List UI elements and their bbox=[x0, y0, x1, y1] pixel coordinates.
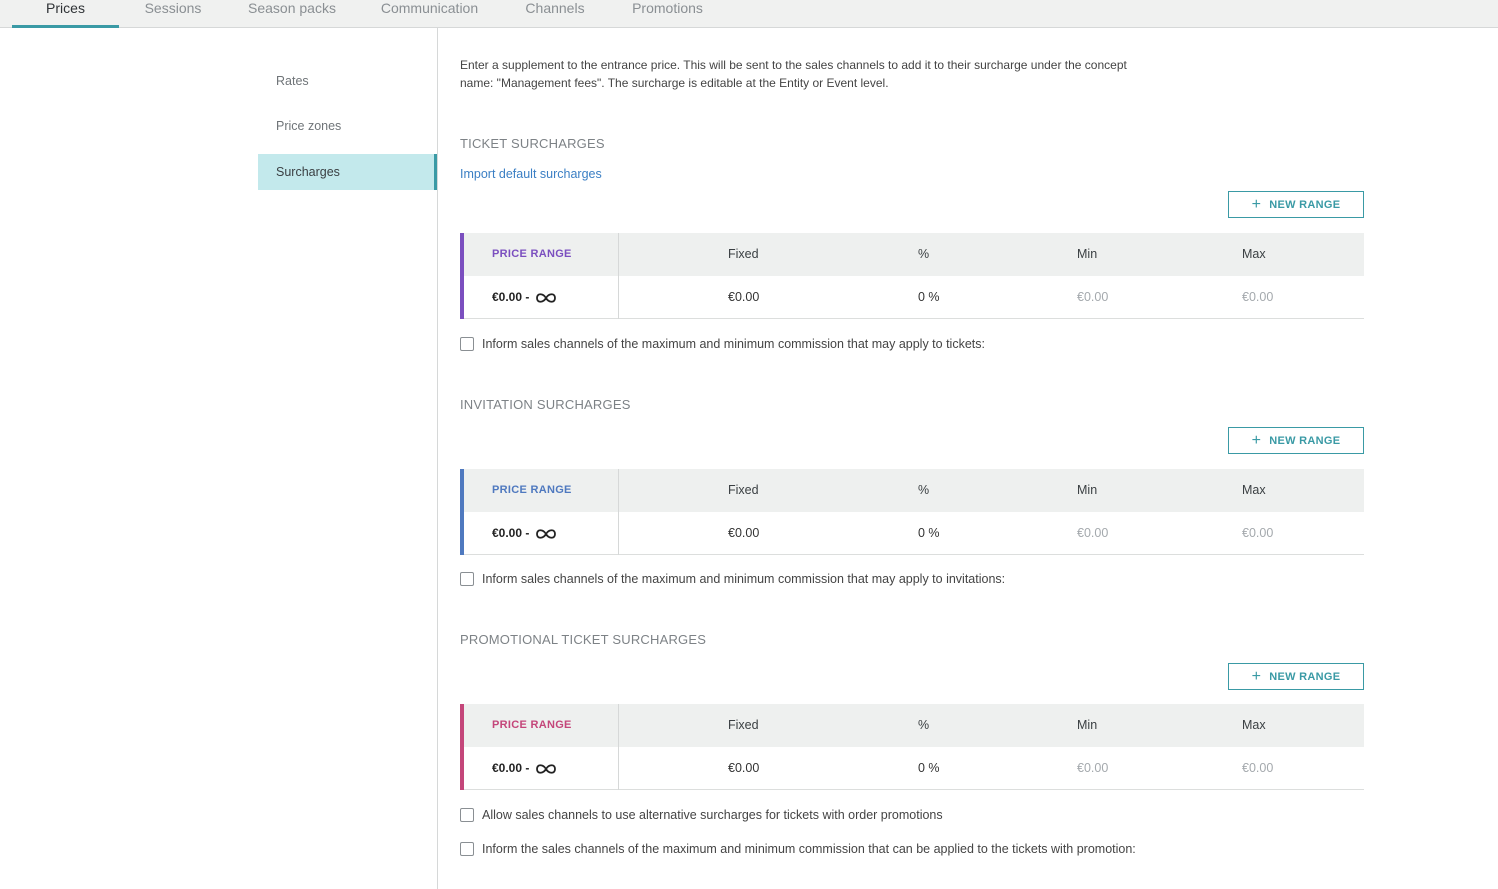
sidebar: Rates Price zones Surcharges bbox=[0, 28, 438, 889]
price-range-cell: €0.00 - bbox=[492, 512, 557, 555]
min-header: Min bbox=[1077, 483, 1098, 497]
new-range-label: NEW RANGE bbox=[1269, 670, 1341, 683]
fixed-cell[interactable]: €0.00 bbox=[728, 747, 759, 790]
price-range-cell: €0.00 - bbox=[492, 747, 557, 790]
plus-icon: + bbox=[1251, 667, 1262, 685]
price-range-value: €0.00 - bbox=[492, 526, 530, 540]
column-divider bbox=[618, 704, 619, 790]
sidebar-item-surcharges[interactable]: Surcharges bbox=[258, 154, 437, 190]
invitation-new-range-button[interactable]: + NEW RANGE bbox=[1228, 427, 1364, 454]
tab-label: Communication bbox=[380, 0, 479, 16]
column-divider bbox=[618, 233, 619, 319]
ticket-surcharges-title: TICKET SURCHARGES bbox=[460, 136, 605, 151]
tab-label: Sessions bbox=[144, 0, 202, 16]
accent-bar bbox=[460, 704, 464, 790]
percent-cell[interactable]: 0 % bbox=[918, 747, 940, 790]
table-header: PRICE RANGE Fixed % Min Max bbox=[460, 704, 1364, 747]
plus-icon: + bbox=[1251, 431, 1262, 449]
sidebar-item-label: Rates bbox=[276, 74, 309, 88]
sidebar-item-rates[interactable]: Rates bbox=[258, 63, 437, 99]
accent-bar bbox=[460, 233, 464, 319]
invitation-inform-checkbox[interactable]: Inform sales channels of the maximum and… bbox=[460, 571, 1005, 587]
ticket-new-range-button[interactable]: + NEW RANGE bbox=[1228, 191, 1364, 218]
max-cell[interactable]: €0.00 bbox=[1242, 512, 1273, 555]
ticket-inform-checkbox[interactable]: Inform sales channels of the maximum and… bbox=[460, 336, 985, 352]
checkbox-icon[interactable] bbox=[460, 808, 474, 822]
tab-channels[interactable]: Channels bbox=[515, 0, 595, 27]
ticket-surcharges-table: PRICE RANGE Fixed % Min Max €0.00 - €0.0… bbox=[460, 233, 1364, 319]
price-range-header: PRICE RANGE bbox=[492, 248, 572, 260]
column-divider bbox=[618, 469, 619, 555]
max-cell[interactable]: €0.00 bbox=[1242, 747, 1273, 790]
promotional-surcharges-table: PRICE RANGE Fixed % Min Max €0.00 - €0.0… bbox=[460, 704, 1364, 790]
infinity-icon bbox=[535, 529, 556, 539]
infinity-icon bbox=[535, 764, 556, 774]
promotional-alternative-checkbox[interactable]: Allow sales channels to use alternative … bbox=[460, 807, 943, 823]
checkbox-label: Inform the sales channels of the maximum… bbox=[482, 842, 1136, 856]
intro-description: Enter a supplement to the entrance price… bbox=[460, 58, 1127, 90]
percent-header: % bbox=[918, 718, 930, 732]
new-range-label: NEW RANGE bbox=[1269, 434, 1341, 447]
tab-label: Season packs bbox=[248, 0, 336, 16]
price-range-header: PRICE RANGE bbox=[492, 719, 572, 731]
price-range-header: PRICE RANGE bbox=[492, 484, 572, 496]
checkbox-label: Inform sales channels of the maximum and… bbox=[482, 572, 1006, 586]
table-row[interactable]: €0.00 - €0.00 0 % €0.00 €0.00 bbox=[460, 747, 1364, 790]
checkbox-label: Inform sales channels of the maximum and… bbox=[482, 337, 985, 351]
fixed-header: Fixed bbox=[728, 718, 759, 732]
table-header: PRICE RANGE Fixed % Min Max bbox=[460, 233, 1364, 276]
accent-bar bbox=[460, 469, 464, 555]
promotional-inform-checkbox[interactable]: Inform the sales channels of the maximum… bbox=[460, 841, 1136, 857]
min-header: Min bbox=[1077, 247, 1098, 261]
infinity-icon bbox=[535, 293, 556, 303]
max-cell[interactable]: €0.00 bbox=[1242, 276, 1273, 319]
tab-label: Channels bbox=[525, 0, 585, 16]
checkbox-icon[interactable] bbox=[460, 337, 474, 351]
invitation-surcharges-title: INVITATION SURCHARGES bbox=[460, 397, 631, 412]
table-row[interactable]: €0.00 - €0.00 0 % €0.00 €0.00 bbox=[460, 512, 1364, 555]
top-tab-bar: Prices Sessions Season packs Communicati… bbox=[0, 0, 1498, 28]
new-range-label: NEW RANGE bbox=[1269, 198, 1341, 211]
min-cell[interactable]: €0.00 bbox=[1077, 512, 1108, 555]
price-range-value: €0.00 - bbox=[492, 761, 530, 775]
tab-label: Promotions bbox=[632, 0, 703, 16]
sidebar-item-label: Surcharges bbox=[276, 165, 340, 179]
max-header: Max bbox=[1242, 247, 1266, 261]
checkbox-icon[interactable] bbox=[460, 572, 474, 586]
percent-header: % bbox=[918, 483, 930, 497]
invitation-surcharges-table: PRICE RANGE Fixed % Min Max €0.00 - €0.0… bbox=[460, 469, 1364, 555]
price-range-cell: €0.00 - bbox=[492, 276, 557, 319]
tab-promotions[interactable]: Promotions bbox=[620, 0, 715, 27]
max-header: Max bbox=[1242, 718, 1266, 732]
checkbox-label: Allow sales channels to use alternative … bbox=[482, 808, 943, 822]
tab-prices[interactable]: Prices bbox=[12, 0, 119, 28]
percent-header: % bbox=[918, 247, 930, 261]
sidebar-item-price-zones[interactable]: Price zones bbox=[258, 108, 437, 144]
fixed-header: Fixed bbox=[728, 483, 759, 497]
min-cell[interactable]: €0.00 bbox=[1077, 276, 1108, 319]
min-cell[interactable]: €0.00 bbox=[1077, 747, 1108, 790]
fixed-cell[interactable]: €0.00 bbox=[728, 512, 759, 555]
checkbox-icon[interactable] bbox=[460, 842, 474, 856]
price-range-value: €0.00 - bbox=[492, 290, 530, 304]
fixed-cell[interactable]: €0.00 bbox=[728, 276, 759, 319]
tab-communication[interactable]: Communication bbox=[368, 0, 491, 27]
table-header: PRICE RANGE Fixed % Min Max bbox=[460, 469, 1364, 512]
promotional-new-range-button[interactable]: + NEW RANGE bbox=[1228, 663, 1364, 690]
tab-season-packs[interactable]: Season packs bbox=[236, 0, 348, 27]
import-default-surcharges-link[interactable]: Import default surcharges bbox=[460, 167, 602, 181]
min-header: Min bbox=[1077, 718, 1098, 732]
percent-cell[interactable]: 0 % bbox=[918, 276, 940, 319]
percent-cell[interactable]: 0 % bbox=[918, 512, 940, 555]
max-header: Max bbox=[1242, 483, 1266, 497]
plus-icon: + bbox=[1251, 195, 1262, 213]
tab-label: Prices bbox=[46, 0, 85, 16]
sidebar-item-label: Price zones bbox=[276, 119, 342, 133]
promotional-surcharges-title: PROMOTIONAL TICKET SURCHARGES bbox=[460, 632, 707, 647]
table-row[interactable]: €0.00 - €0.00 0 % €0.00 €0.00 bbox=[460, 276, 1364, 319]
fixed-header: Fixed bbox=[728, 247, 759, 261]
tab-sessions[interactable]: Sessions bbox=[130, 0, 216, 27]
